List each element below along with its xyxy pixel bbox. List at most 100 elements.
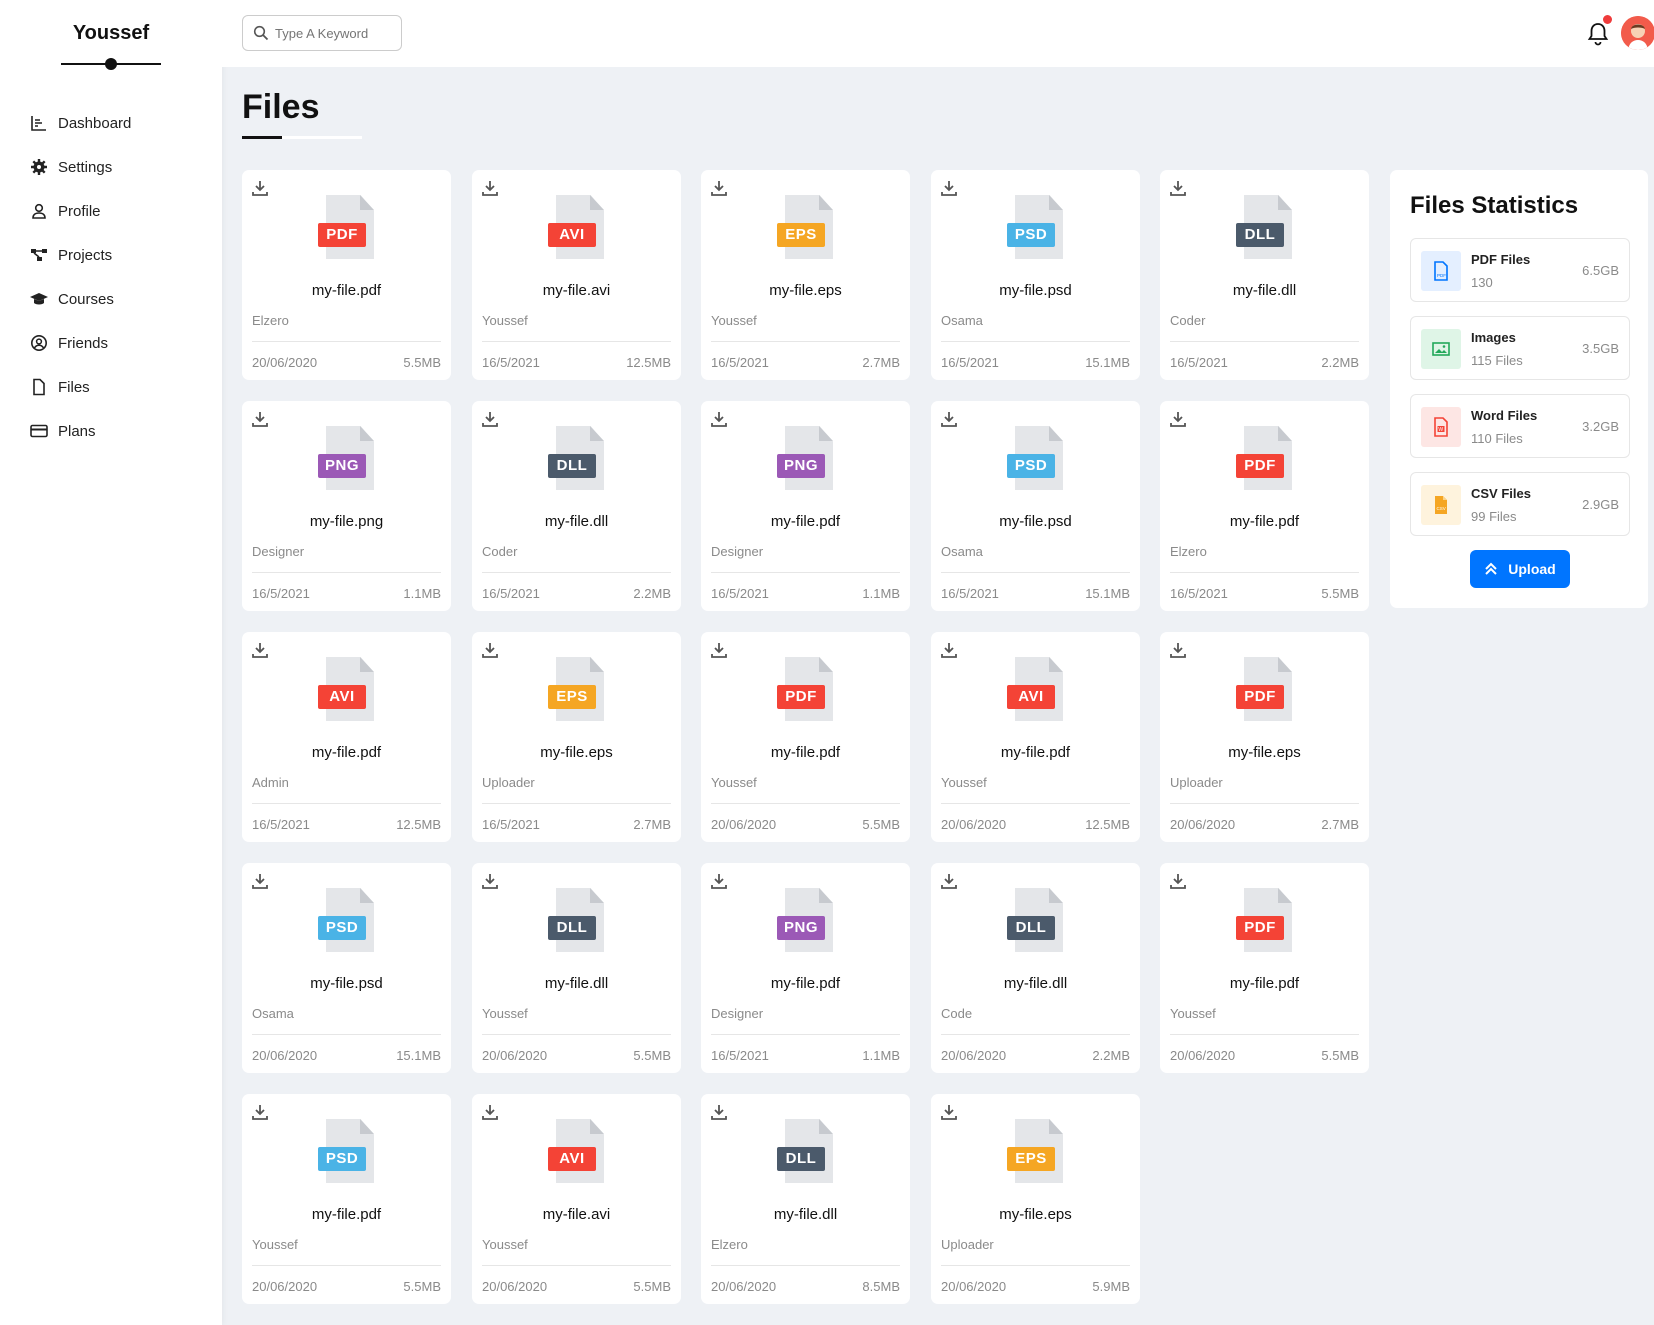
- avatar-face-icon: [1621, 16, 1654, 50]
- download-icon[interactable]: [482, 1104, 498, 1120]
- file-name: my-file.eps: [999, 1206, 1072, 1223]
- file-owner: Designer: [711, 544, 764, 559]
- sidebar-item-friends[interactable]: Friends: [0, 321, 222, 365]
- file-size: 5.5MB: [403, 355, 441, 370]
- file-card[interactable]: DLL my-file.dll Elzero 20/06/2020 8.5MB: [701, 1094, 910, 1304]
- file-type-icon: PSD: [1007, 426, 1067, 492]
- file-owner: Coder: [482, 544, 518, 559]
- file-card[interactable]: PSD my-file.psd Osama 16/5/2021 15.1MB: [931, 401, 1140, 611]
- bell-icon[interactable]: [1587, 22, 1609, 46]
- download-icon[interactable]: [941, 1104, 957, 1120]
- file-type-badge: DLL: [777, 1147, 825, 1171]
- stat-images[interactable]: Images 115 Files 3.5GB: [1410, 316, 1630, 380]
- download-icon[interactable]: [711, 873, 727, 889]
- file-card[interactable]: DLL my-file.dll Coder 16/5/2021 2.2MB: [1160, 170, 1369, 380]
- file-card[interactable]: DLL my-file.dll Coder 16/5/2021 2.2MB: [472, 401, 681, 611]
- download-icon[interactable]: [941, 180, 957, 196]
- download-icon[interactable]: [482, 642, 498, 658]
- user-icon: [32, 203, 46, 219]
- document-fold: [590, 888, 604, 903]
- download-icon[interactable]: [482, 411, 498, 427]
- sidebar-item-plans[interactable]: Plans: [0, 409, 222, 453]
- file-card[interactable]: PSD my-file.psd Osama 16/5/2021 15.1MB: [931, 170, 1140, 380]
- download-icon[interactable]: [252, 642, 268, 658]
- file-type-badge: PDF: [1236, 685, 1284, 709]
- document-fold: [1278, 888, 1292, 903]
- download-icon[interactable]: [711, 411, 727, 427]
- file-card[interactable]: PNG my-file.png Designer 16/5/2021 1.1MB: [242, 401, 451, 611]
- file-type-icon: DLL: [548, 426, 608, 492]
- download-icon[interactable]: [711, 180, 727, 196]
- file-type-icon: PNG: [777, 888, 837, 954]
- file-card[interactable]: PNG my-file.pdf Designer 16/5/2021 1.1MB: [701, 863, 910, 1073]
- file-card[interactable]: EPS my-file.eps Uploader 20/06/2020 5.9MB: [931, 1094, 1140, 1304]
- download-icon[interactable]: [1170, 180, 1186, 196]
- file-type-icon: PDF: [777, 657, 837, 723]
- document-fold: [590, 195, 604, 210]
- file-type-icon: EPS: [548, 657, 608, 723]
- download-icon[interactable]: [482, 180, 498, 196]
- download-icon[interactable]: [252, 411, 268, 427]
- download-icon[interactable]: [711, 1104, 727, 1120]
- sidebar-item-dashboard[interactable]: Dashboard: [0, 101, 222, 145]
- download-icon[interactable]: [482, 873, 498, 889]
- stat-csv-files[interactable]: CSV CSV Files 99 Files 2.9GB: [1410, 472, 1630, 536]
- sidebar-item-courses[interactable]: Courses: [0, 277, 222, 321]
- file-owner: Elzero: [1170, 544, 1207, 559]
- file-name: my-file.eps: [769, 282, 842, 299]
- file-owner: Youssef: [252, 1237, 298, 1252]
- file-card[interactable]: PDF my-file.pdf Youssef 20/06/2020 5.5MB: [1160, 863, 1369, 1073]
- file-size: 2.2MB: [1092, 1048, 1130, 1063]
- avatar[interactable]: [1621, 16, 1654, 50]
- sidebar-item-files[interactable]: Files: [0, 365, 222, 409]
- stat-count: 130: [1471, 275, 1493, 290]
- sidebar-item-projects[interactable]: Projects: [0, 233, 222, 277]
- download-icon[interactable]: [1170, 873, 1186, 889]
- file-card[interactable]: PDF my-file.pdf Youssef 20/06/2020 5.5MB: [701, 632, 910, 842]
- stat-size: 3.2GB: [1582, 419, 1619, 434]
- sidebar-item-label: Courses: [58, 290, 114, 308]
- search-input[interactable]: [275, 25, 395, 41]
- download-icon[interactable]: [252, 873, 268, 889]
- upload-button[interactable]: Upload: [1470, 550, 1570, 588]
- sidebar-item-settings[interactable]: Settings: [0, 145, 222, 189]
- download-icon[interactable]: [1170, 411, 1186, 427]
- file-size: 2.7MB: [1321, 817, 1359, 832]
- download-icon[interactable]: [252, 180, 268, 196]
- card-divider: [252, 803, 441, 804]
- file-owner: Coder: [1170, 313, 1206, 328]
- csv-file-icon: CSV: [1421, 485, 1461, 525]
- sidebar-item-profile[interactable]: Profile: [0, 189, 222, 233]
- stat-word-files[interactable]: W Word Files 110 Files 3.2GB: [1410, 394, 1630, 458]
- file-card[interactable]: AVI my-file.pdf Admin 16/5/2021 12.5MB: [242, 632, 451, 842]
- file-size: 8.5MB: [862, 1279, 900, 1294]
- file-card[interactable]: PDF my-file.pdf Elzero 20/06/2020 5.5MB: [242, 170, 451, 380]
- file-card[interactable]: AVI my-file.avi Youssef 20/06/2020 5.5MB: [472, 1094, 681, 1304]
- file-type-icon: PDF: [1236, 888, 1296, 954]
- file-card[interactable]: PDF my-file.eps Uploader 20/06/2020 2.7MB: [1160, 632, 1369, 842]
- file-card[interactable]: PNG my-file.pdf Designer 16/5/2021 1.1MB: [701, 401, 910, 611]
- credit-card-icon: [30, 424, 48, 438]
- file-type-icon: PSD: [318, 1119, 378, 1185]
- file-card[interactable]: DLL my-file.dll Code 20/06/2020 2.2MB: [931, 863, 1140, 1073]
- download-icon[interactable]: [711, 642, 727, 658]
- file-card[interactable]: AVI my-file.pdf Youssef 20/06/2020 12.5MB: [931, 632, 1140, 842]
- search-box[interactable]: [242, 15, 402, 51]
- card-divider: [941, 1034, 1130, 1035]
- download-icon[interactable]: [941, 411, 957, 427]
- file-card[interactable]: PDF my-file.pdf Elzero 16/5/2021 5.5MB: [1160, 401, 1369, 611]
- file-card[interactable]: DLL my-file.dll Youssef 20/06/2020 5.5MB: [472, 863, 681, 1073]
- document-fold: [1278, 426, 1292, 441]
- download-icon[interactable]: [252, 1104, 268, 1120]
- file-card[interactable]: EPS my-file.eps Uploader 16/5/2021 2.7MB: [472, 632, 681, 842]
- file-type-badge: EPS: [548, 685, 596, 709]
- file-card[interactable]: EPS my-file.eps Youssef 16/5/2021 2.7MB: [701, 170, 910, 380]
- file-card[interactable]: PSD my-file.psd Osama 20/06/2020 15.1MB: [242, 863, 451, 1073]
- file-card[interactable]: PSD my-file.pdf Youssef 20/06/2020 5.5MB: [242, 1094, 451, 1304]
- download-icon[interactable]: [1170, 642, 1186, 658]
- file-card[interactable]: AVI my-file.avi Youssef 16/5/2021 12.5MB: [472, 170, 681, 380]
- sidebar-item-label: Friends: [58, 334, 109, 352]
- download-icon[interactable]: [941, 873, 957, 889]
- download-icon[interactable]: [941, 642, 957, 658]
- stat-pdf-files[interactable]: PDF PDF Files 130 6.5GB: [1410, 238, 1630, 302]
